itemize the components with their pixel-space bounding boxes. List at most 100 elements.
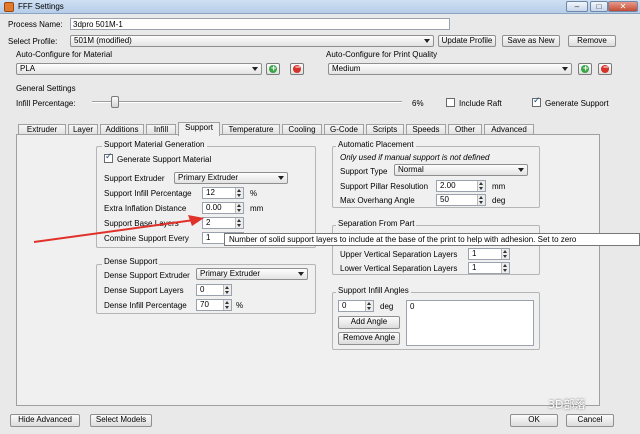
spin-arrows-icon[interactable] xyxy=(501,249,509,259)
chevron-down-icon xyxy=(298,272,304,276)
pillar-resolution-value: 2.00 xyxy=(440,181,456,190)
profile-select-value: 501M (modified) xyxy=(74,36,132,45)
support-type-label: Support Type xyxy=(340,167,388,176)
chevron-down-icon xyxy=(424,39,430,43)
spin-arrows-icon[interactable] xyxy=(501,263,509,273)
quality-label: Auto-Configure for Print Quality xyxy=(326,50,438,59)
quality-select-value: Medium xyxy=(332,64,361,73)
base-layers-tooltip: Number of solid support layers to includ… xyxy=(224,233,640,246)
pillar-resolution-stepper[interactable]: 2.00 xyxy=(436,180,486,192)
support-extruder-label: Support Extruder xyxy=(104,174,165,183)
upper-separation-label: Upper Vertical Separation Layers xyxy=(340,250,458,259)
save-as-new-button[interactable]: Save as New xyxy=(502,35,560,47)
watermark-logo: 3D部落 xyxy=(548,398,586,411)
chevron-down-icon xyxy=(252,67,258,71)
remove-material-button[interactable]: − xyxy=(290,62,304,75)
remove-quality-button[interactable]: − xyxy=(598,62,612,75)
support-extruder-select[interactable]: Primary Extruder xyxy=(174,172,288,184)
upper-separation-value: 1 xyxy=(472,249,477,258)
hide-advanced-button[interactable]: Hide Advanced xyxy=(10,414,80,427)
dense-infill-stepper[interactable]: 70 xyxy=(196,299,232,311)
automatic-placement-note: Only used if manual support is not defin… xyxy=(340,153,490,162)
chevron-down-icon xyxy=(518,168,524,172)
window-title: FFF Settings xyxy=(18,2,64,11)
overhang-angle-unit: deg xyxy=(492,196,506,205)
chevron-down-icon xyxy=(278,176,284,180)
support-infill-label: Support Infill Percentage xyxy=(104,189,192,198)
infill-slider-thumb[interactable] xyxy=(110,96,119,108)
minus-icon: − xyxy=(295,62,301,72)
dense-infill-label: Dense Infill Percentage xyxy=(104,301,187,310)
lower-separation-value: 1 xyxy=(472,263,477,272)
title-bar: FFF Settings – □ ✕ xyxy=(0,0,640,14)
include-raft-label: Include Raft xyxy=(459,99,502,108)
support-infill-value: 12 xyxy=(206,188,215,197)
update-profile-button[interactable]: Update Profile xyxy=(438,35,496,47)
material-select[interactable]: PLA xyxy=(16,63,262,75)
annotation-arrow-icon xyxy=(33,215,204,243)
dense-extruder-select[interactable]: Primary Extruder xyxy=(196,268,308,280)
spin-arrows-icon[interactable] xyxy=(235,203,243,213)
automatic-placement-title: Automatic Placement xyxy=(336,140,416,149)
quality-select[interactable]: Medium xyxy=(328,63,572,75)
maximize-button[interactable]: □ xyxy=(590,1,608,12)
infill-angles-title: Support Infill Angles xyxy=(336,286,411,295)
dense-layers-stepper[interactable]: 0 xyxy=(196,284,232,296)
ok-button[interactable]: OK xyxy=(510,414,558,427)
spin-arrows-icon[interactable] xyxy=(235,188,243,198)
material-label: Auto-Configure for Material xyxy=(16,50,113,59)
angles-list[interactable]: 0 xyxy=(406,300,534,346)
spin-arrows-icon[interactable] xyxy=(365,301,373,311)
add-angle-button[interactable]: Add Angle xyxy=(338,316,400,329)
lower-separation-stepper[interactable]: 1 xyxy=(468,262,510,274)
spin-arrows-icon[interactable] xyxy=(477,195,485,205)
minimize-button[interactable]: – xyxy=(566,1,588,12)
chevron-down-icon xyxy=(562,67,568,71)
infill-slider-track[interactable] xyxy=(92,101,402,103)
pillar-resolution-label: Support Pillar Resolution xyxy=(340,182,429,191)
add-material-button[interactable]: + xyxy=(266,63,280,75)
select-models-button[interactable]: Select Models xyxy=(90,414,152,427)
add-quality-button[interactable]: + xyxy=(578,63,592,75)
angles-list-item[interactable]: 0 xyxy=(410,302,530,311)
generate-support-material-label: Generate Support Material xyxy=(117,155,212,164)
plus-icon: + xyxy=(271,63,277,73)
minus-icon: − xyxy=(603,62,609,72)
inflation-distance-value: 0.00 xyxy=(206,203,222,212)
material-select-value: PLA xyxy=(20,64,36,73)
dense-extruder-value: Primary Extruder xyxy=(200,269,261,278)
close-button[interactable]: ✕ xyxy=(608,1,638,12)
lower-separation-label: Lower Vertical Separation Layers xyxy=(340,264,458,273)
general-settings-title: General Settings xyxy=(16,84,76,93)
upper-separation-stepper[interactable]: 1 xyxy=(468,248,510,260)
spin-arrows-icon[interactable] xyxy=(235,218,243,228)
infill-percentage-label: Infill Percentage: xyxy=(16,99,76,108)
spin-arrows-icon[interactable] xyxy=(477,181,485,191)
app-icon xyxy=(4,2,14,12)
support-extruder-value: Primary Extruder xyxy=(178,173,239,182)
remove-angle-button[interactable]: Remove Angle xyxy=(338,332,400,345)
include-raft-checkbox[interactable] xyxy=(446,98,455,107)
infill-percentage-value: 6% xyxy=(412,99,424,108)
spin-arrows-icon[interactable] xyxy=(223,300,231,310)
dense-infill-value: 70 xyxy=(200,300,209,309)
process-name-input[interactable] xyxy=(70,18,450,30)
generate-support-material-checkbox[interactable] xyxy=(104,152,113,163)
overhang-angle-stepper[interactable]: 50 xyxy=(436,194,486,206)
tab-support[interactable]: Support xyxy=(178,122,220,136)
support-type-value: Normal xyxy=(398,165,424,174)
angle-stepper[interactable]: 0 xyxy=(338,300,374,312)
generate-support-checkbox[interactable] xyxy=(532,96,541,107)
overhang-angle-value: 50 xyxy=(440,195,449,204)
pillar-resolution-unit: mm xyxy=(492,182,506,191)
plus-icon: + xyxy=(583,63,589,73)
cancel-button[interactable]: Cancel xyxy=(566,414,614,427)
spin-arrows-icon[interactable] xyxy=(223,285,231,295)
profile-select[interactable]: 501M (modified) xyxy=(70,35,434,47)
dense-layers-label: Dense Support Layers xyxy=(104,286,184,295)
support-generation-title: Support Material Generation xyxy=(102,140,207,149)
support-infill-stepper[interactable]: 12 xyxy=(202,187,244,199)
support-type-select[interactable]: Normal xyxy=(394,164,528,176)
remove-profile-button[interactable]: Remove xyxy=(568,35,616,47)
angle-unit: deg xyxy=(380,302,394,311)
